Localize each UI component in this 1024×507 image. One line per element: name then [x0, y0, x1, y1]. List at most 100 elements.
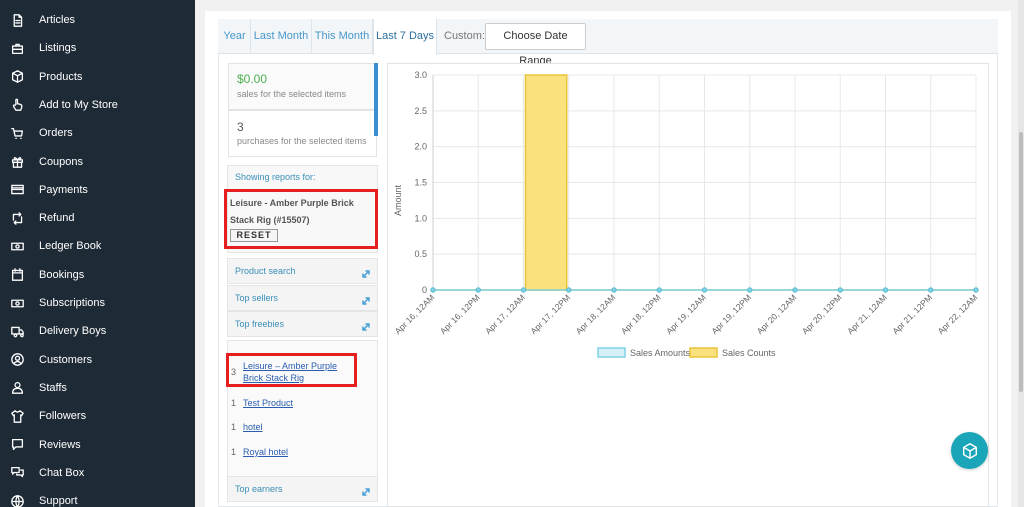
sidebar-item-label: Ledger Book — [39, 240, 102, 253]
sidebar-item-chat-box[interactable]: Chat Box — [0, 459, 195, 487]
sidebar-item-bookings[interactable]: Bookings — [0, 261, 195, 289]
point-sales-amounts — [475, 287, 481, 293]
accordion-top-freebies[interactable]: Top freebies — [227, 311, 378, 337]
y-axis-label: Amount — [393, 184, 403, 216]
sidebar-item-coupons[interactable]: Coupons — [0, 148, 195, 176]
list-item-link[interactable]: Royal hotel — [243, 446, 288, 458]
x-tick-label: Apr 18, 12AM — [574, 292, 618, 336]
accordion-product-search[interactable]: Product search — [227, 258, 378, 284]
x-tick-label: Apr 20, 12PM — [800, 292, 844, 336]
sidebar-item-followers[interactable]: Followers — [0, 402, 195, 430]
briefcase-icon — [9, 40, 25, 56]
sidebar-item-delivery-boys[interactable]: Delivery Boys — [0, 317, 195, 345]
user-icon — [9, 380, 25, 396]
calendar-icon — [9, 267, 25, 283]
tab-last-month[interactable]: Last Month — [251, 19, 312, 54]
report-product-title: Leisure - Amber Purple Brick Stack Rig (… — [230, 198, 354, 225]
list-item-count: 1 — [231, 447, 237, 457]
x-tick-label: Apr 17, 12PM — [528, 292, 572, 336]
sidebar-item-listings[interactable]: Listings — [0, 34, 195, 62]
cart-icon — [9, 125, 25, 141]
accordion-label: Top freebies — [235, 319, 285, 329]
list-item-count: 1 — [231, 422, 237, 432]
sidebar-item-orders[interactable]: Orders — [0, 119, 195, 147]
reset-button[interactable]: RESET — [230, 229, 278, 242]
stat-sales-value: $0.00 — [237, 72, 268, 86]
sales-chart: 00.51.01.52.02.53.0AmountApr 16, 12AM Apr… — [393, 70, 980, 358]
sidebar-item-staffs[interactable]: Staffs — [0, 374, 195, 402]
point-sales-amounts — [928, 287, 934, 293]
truck-icon — [9, 323, 25, 339]
accordion-label: Product search — [235, 266, 296, 276]
sidebar-item-ledger-book[interactable]: Ledger Book — [0, 232, 195, 260]
x-tick-label: Apr 20, 12AM — [755, 292, 799, 336]
sidebar-item-label: Refund — [39, 212, 75, 225]
x-tick-label: Apr 22, 12AM — [936, 292, 980, 336]
scrollbar-thumb[interactable] — [1019, 132, 1023, 392]
expand-icon — [361, 484, 371, 496]
sidebar-item-label: Delivery Boys — [39, 325, 107, 338]
globe-icon — [9, 493, 25, 507]
sidebar-item-label: Payments — [39, 183, 88, 196]
sidebar-item-label: Reviews — [39, 438, 81, 451]
page-scrollbar[interactable] — [1018, 0, 1024, 507]
stat-purchases-box: 3 purchases for the selected items — [228, 110, 377, 157]
expand-icon — [361, 319, 371, 331]
sidebar-item-support[interactable]: Support — [0, 487, 195, 507]
sidebar-item-label: Customers — [39, 353, 93, 366]
sidebar-item-label: Listings — [39, 42, 77, 55]
y-tick-label: 0 — [422, 285, 427, 295]
accordion-label: Top sellers — [235, 293, 279, 303]
point-sales-amounts — [520, 287, 527, 293]
expand-icon — [361, 293, 371, 305]
sidebar-item-subscriptions[interactable]: Subscriptions — [0, 289, 195, 317]
sidebar-item-refund[interactable]: Refund — [0, 204, 195, 232]
accordion-top-earners[interactable]: Top earners — [227, 476, 378, 502]
x-tick-label: Apr 21, 12AM — [845, 292, 889, 336]
sidebar-item-add-to-my-store[interactable]: Add to My Store — [0, 91, 195, 119]
list-item-link[interactable]: Test Product — [243, 397, 293, 409]
comments-icon — [9, 465, 25, 481]
list-item-link[interactable]: Leisure – Amber Purple Brick Stack Rig — [243, 360, 353, 384]
accordion-top-sellers[interactable]: Top sellers — [227, 285, 378, 311]
choose-date-range-button[interactable]: Choose Date Range — [485, 23, 586, 67]
cube-icon — [962, 442, 977, 459]
tab-last-7-days[interactable]: Last 7 Days — [373, 19, 437, 55]
list-item-count: 3 — [231, 367, 237, 377]
sidebar-item-reviews[interactable]: Reviews — [0, 431, 195, 459]
point-sales-amounts — [701, 287, 708, 293]
legend-label-sales-counts: Sales Counts — [722, 348, 776, 358]
y-tick-label: 0.5 — [414, 249, 427, 259]
sidebar-item-articles[interactable]: Articles — [0, 6, 195, 34]
point-sales-amounts — [656, 287, 662, 293]
x-tick-label: Apr 19, 12AM — [664, 292, 708, 336]
sidebar-item-customers[interactable]: Customers — [0, 346, 195, 374]
tab-this-month[interactable]: This Month — [312, 19, 373, 54]
x-tick-label: Apr 16, 12PM — [438, 292, 482, 336]
list-item-count: 1 — [231, 398, 237, 408]
point-sales-amounts — [792, 287, 798, 293]
sidebar-item-label: Bookings — [39, 268, 85, 281]
retweet-icon — [9, 210, 25, 226]
sidebar: Articles Listings Products Add to My Store O… — [0, 0, 195, 507]
sidebar-item-payments[interactable]: Payments — [0, 176, 195, 204]
sidebar-item-label: Subscriptions — [39, 297, 106, 309]
legend-swatch-sales-amounts — [597, 347, 626, 358]
point-sales-amounts — [611, 287, 617, 293]
sidebar-item-label: Products — [39, 70, 83, 83]
point-sales-amounts — [837, 287, 843, 293]
sidebar-item-label: Add to My Store — [39, 98, 118, 111]
list-item-link[interactable]: hotel — [243, 421, 263, 433]
tab-year[interactable]: Year — [219, 19, 251, 54]
sidebar-item-products[interactable]: Products — [0, 63, 195, 91]
hand-pointer-icon — [9, 97, 25, 113]
x-tick-label: Apr 16, 12AM — [393, 292, 437, 336]
cube-icon-button[interactable] — [951, 432, 988, 469]
bar-sales-counts — [524, 74, 568, 291]
money-icon — [9, 295, 25, 311]
gift-icon — [9, 154, 25, 170]
y-tick-label: 1.5 — [414, 178, 427, 188]
x-tick-label: Apr 17, 12AM — [483, 292, 527, 336]
expand-icon — [361, 266, 371, 278]
stat-sales-label: sales for the selected items — [237, 89, 347, 99]
